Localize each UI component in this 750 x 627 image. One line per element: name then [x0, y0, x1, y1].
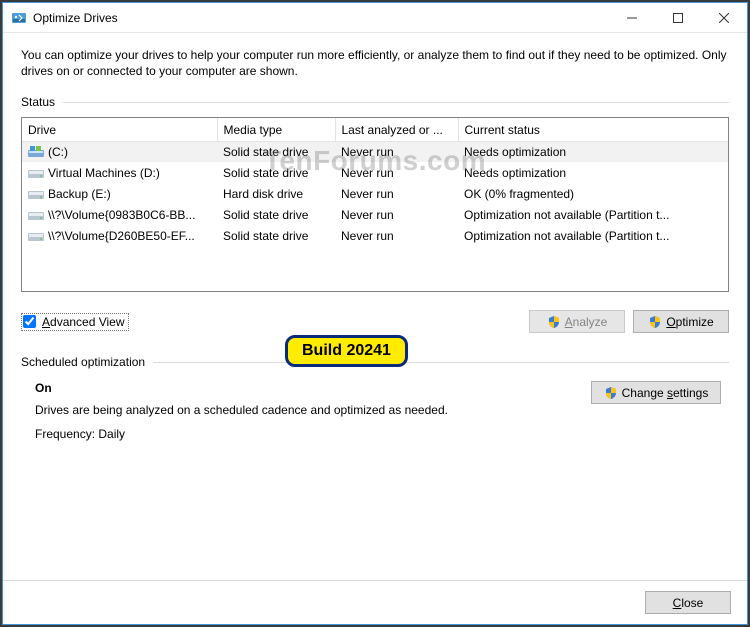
drive-name: \\?\Volume{0983B0C6-BB... — [48, 208, 195, 222]
sched-desc: Drives are being analyzed on a scheduled… — [35, 403, 591, 417]
shield-icon — [604, 386, 618, 400]
close-button[interactable] — [701, 3, 747, 32]
optimize-drives-window: Optimize Drives TenForums.com You can op… — [2, 2, 748, 625]
status-section-label: Status — [21, 95, 729, 109]
app-icon — [11, 10, 27, 26]
advanced-view-checkbox[interactable]: Advanced View — [21, 313, 129, 331]
last-analyzed: Never run — [335, 141, 458, 162]
media-type: Solid state drive — [217, 141, 335, 162]
maximize-button[interactable] — [655, 3, 701, 32]
drive-icon — [28, 146, 44, 158]
sched-state: On — [35, 381, 591, 395]
media-type: Hard disk drive — [217, 183, 335, 204]
table-row[interactable]: (C:) Solid state driveNever runNeeds opti… — [22, 141, 728, 162]
media-type: Solid state drive — [217, 225, 335, 246]
drive-icon — [28, 230, 44, 242]
drive-name: (C:) — [48, 145, 68, 159]
minimize-button[interactable] — [609, 3, 655, 32]
table-header-row[interactable]: Drive Media type Last analyzed or ... Cu… — [22, 118, 728, 141]
dialog-footer: Close — [3, 580, 747, 624]
current-status: Needs optimization — [458, 162, 728, 183]
table-row[interactable]: Backup (E:) Hard disk driveNever runOK (0… — [22, 183, 728, 204]
close-dialog-button[interactable]: Close — [645, 591, 731, 614]
last-analyzed: Never run — [335, 162, 458, 183]
titlebar[interactable]: Optimize Drives — [3, 3, 747, 33]
current-status: OK (0% fragmented) — [458, 183, 728, 204]
drives-table[interactable]: Drive Media type Last analyzed or ... Cu… — [21, 117, 729, 292]
advanced-view-label: Advanced View — [42, 315, 125, 329]
status-label: Status — [21, 95, 55, 109]
optimize-button[interactable]: Optimize — [633, 310, 729, 333]
sched-freq: Frequency: Daily — [35, 427, 591, 441]
current-status: Optimization not available (Partition t.… — [458, 225, 728, 246]
drive-icon — [28, 167, 44, 179]
current-status: Needs optimization — [458, 141, 728, 162]
drive-name: Virtual Machines (D:) — [48, 166, 160, 180]
sched-label: Scheduled optimization — [21, 355, 145, 369]
dialog-content: TenForums.com You can optimize your driv… — [3, 33, 747, 580]
last-analyzed: Never run — [335, 204, 458, 225]
divider — [153, 362, 729, 363]
last-analyzed: Never run — [335, 225, 458, 246]
window-title: Optimize Drives — [33, 11, 609, 25]
build-badge: Build 20241 — [285, 335, 408, 367]
drive-name: Backup (E:) — [48, 187, 111, 201]
table-row[interactable]: \\?\Volume{0983B0C6-BB... Solid state dri… — [22, 204, 728, 225]
drive-icon — [28, 188, 44, 200]
current-status: Optimization not available (Partition t.… — [458, 204, 728, 225]
last-analyzed: Never run — [335, 183, 458, 204]
drive-name: \\?\Volume{D260BE50-EF... — [48, 229, 195, 243]
intro-text: You can optimize your drives to help you… — [21, 47, 729, 79]
col-status[interactable]: Current status — [458, 118, 728, 141]
shield-icon — [648, 315, 662, 329]
media-type: Solid state drive — [217, 204, 335, 225]
media-type: Solid state drive — [217, 162, 335, 183]
table-row[interactable]: Virtual Machines (D:)Solid state driveNe… — [22, 162, 728, 183]
col-last[interactable]: Last analyzed or ... — [335, 118, 458, 141]
drive-icon — [28, 209, 44, 221]
change-settings-button[interactable]: Change settings — [591, 381, 721, 404]
col-drive[interactable]: Drive — [22, 118, 217, 141]
divider — [63, 102, 729, 103]
advanced-view-input[interactable] — [23, 315, 36, 328]
analyze-button[interactable]: Analyze — [529, 310, 625, 333]
shield-icon — [547, 315, 561, 329]
col-media[interactable]: Media type — [217, 118, 335, 141]
table-row[interactable]: \\?\Volume{D260BE50-EF... Solid state dri… — [22, 225, 728, 246]
